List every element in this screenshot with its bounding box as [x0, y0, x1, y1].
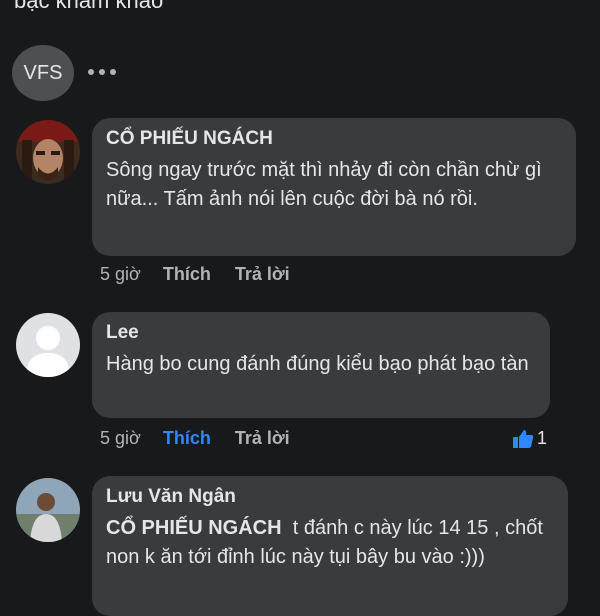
comment-actions: 5 giờ Thích Trả lời — [100, 264, 290, 285]
like-button[interactable]: Thích — [163, 264, 211, 285]
comment-text: Sông ngay trước mặt thì nhảy đi còn chần… — [106, 159, 542, 210]
reply-button[interactable]: Trả lời — [235, 428, 290, 449]
comment-author[interactable]: Lưu Văn Ngân — [106, 486, 554, 508]
avatar[interactable] — [16, 478, 80, 542]
thumbs-up-icon — [513, 429, 534, 448]
reaction-count-value: 1 — [537, 428, 548, 448]
avatar[interactable] — [16, 313, 80, 377]
comment-text: CỔ PHIẾU NGÁCH t đánh c này lúc 14 15 , … — [106, 514, 554, 572]
reply-button[interactable]: Trả lời — [235, 264, 290, 285]
like-button[interactable]: Thích — [163, 428, 211, 449]
comment-time[interactable]: 5 giờ — [100, 428, 141, 449]
page-avatar[interactable]: VFS — [12, 45, 74, 101]
user-photo-icon — [16, 478, 80, 542]
comment-author[interactable]: Lee — [106, 322, 536, 344]
reaction-count[interactable]: 1 — [512, 428, 547, 449]
previous-comment-text: bạc khảm khảo — [14, 0, 164, 13]
more-horizontal-icon[interactable] — [88, 62, 116, 82]
pirate-portrait-icon — [16, 120, 80, 184]
comment-bubble: CỔ PHIẾU NGÁCH Sông ngay trước mặt thì n… — [92, 118, 576, 256]
comment-time[interactable]: 5 giờ — [100, 264, 141, 285]
avatar[interactable] — [16, 120, 80, 184]
comment-text: Hàng bo cung đánh đúng kiểu bạo phát bạo… — [106, 353, 529, 375]
comment-author[interactable]: CỔ PHIẾU NGÁCH — [106, 128, 562, 150]
default-user-icon — [16, 313, 80, 377]
mention-tag[interactable]: CỔ PHIẾU NGÁCH — [106, 517, 282, 539]
comment-bubble: Lưu Văn Ngân CỔ PHIẾU NGÁCH t đánh c này… — [92, 476, 568, 616]
comment-actions: 5 giờ Thích Trả lời — [100, 428, 290, 449]
comment-bubble: Lee Hàng bo cung đánh đúng kiểu bạo phát… — [92, 312, 550, 418]
